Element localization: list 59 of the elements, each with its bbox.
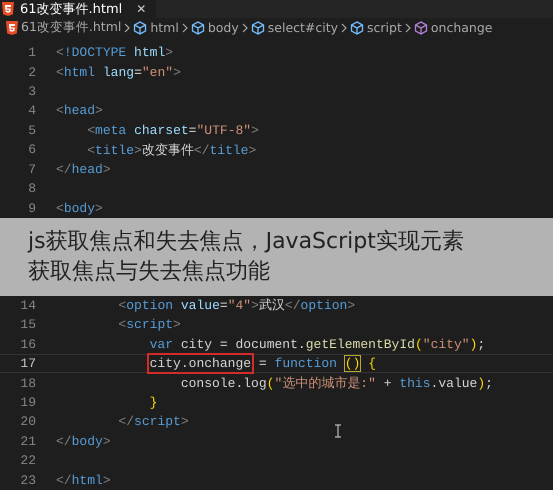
line-number: 22 bbox=[19, 453, 36, 468]
breadcrumb-item[interactable]: select#city bbox=[250, 20, 338, 36]
line-number: 14 bbox=[19, 298, 36, 313]
code-line: </html> bbox=[56, 472, 111, 488]
code-line: </script> bbox=[117, 414, 189, 430]
line-number: 9 bbox=[27, 200, 36, 216]
breadcrumb-item[interactable]: onchange bbox=[414, 20, 492, 36]
line-number: 20 bbox=[19, 414, 36, 430]
code-line: <script> bbox=[117, 317, 181, 332]
code-line: console.log("选中的城市是:" + this.value); bbox=[180, 375, 493, 392]
line-number: 19 bbox=[19, 395, 36, 410]
line-number: 4 bbox=[27, 103, 36, 118]
code-line: <head> bbox=[56, 103, 103, 118]
breadcrumb-item[interactable]: script bbox=[350, 20, 402, 36]
line-number: 1 bbox=[27, 45, 36, 60]
html-file-icon bbox=[2, 2, 14, 16]
chevron-icon bbox=[182, 22, 188, 33]
line-number: 17 bbox=[19, 356, 36, 372]
chevron-icon bbox=[341, 22, 348, 33]
cube-icon bbox=[414, 20, 428, 35]
line-number: 2 bbox=[27, 64, 36, 80]
tab-title: 61改变事件.html bbox=[20, 1, 122, 18]
line-number: 21 bbox=[19, 434, 36, 449]
code-line: <option value="4">武汉</option> bbox=[117, 297, 356, 314]
line-number: 3 bbox=[27, 84, 36, 99]
breadcrumb-item[interactable]: 61改变事件.html bbox=[6, 19, 122, 36]
line-number: 7 bbox=[27, 162, 36, 177]
code-line: </head> bbox=[56, 162, 111, 177]
text-cursor-icon bbox=[334, 424, 342, 438]
cube-icon bbox=[350, 20, 364, 35]
code-line: <meta charset="UTF-8"> bbox=[86, 122, 259, 138]
line-number: 15 bbox=[19, 317, 36, 332]
line-number: 5 bbox=[27, 122, 36, 138]
code-line: </body> bbox=[56, 434, 111, 449]
caption-text: 获取焦点与失去焦点功能 bbox=[28, 258, 271, 286]
close-icon[interactable]: ✕ bbox=[136, 2, 146, 16]
cube-icon bbox=[133, 20, 148, 35]
caption-text: js获取焦点和失去焦点，JavaScript实现元素 bbox=[28, 228, 465, 256]
code-line: <!DOCTYPE html> bbox=[56, 45, 174, 60]
code-line: <body> bbox=[56, 200, 103, 216]
chevron-icon bbox=[124, 22, 130, 33]
chevron-icon bbox=[242, 22, 248, 33]
code-line: var city = document.getElementById("city"); bbox=[148, 336, 486, 352]
html-file-icon bbox=[6, 20, 18, 35]
breadcrumb-item[interactable]: html bbox=[133, 20, 179, 36]
code-line: } bbox=[148, 395, 158, 410]
line-number: 8 bbox=[27, 181, 36, 196]
line-number: 16 bbox=[19, 336, 36, 352]
breadcrumb-item[interactable]: body bbox=[190, 20, 239, 36]
editor-tab[interactable]: 61改变事件.html ✕ bbox=[0, 0, 156, 18]
code-line: <html lang="en"> bbox=[56, 64, 181, 80]
line-number: 6 bbox=[27, 142, 36, 158]
code-line: city.onchange = function () { bbox=[56, 356, 376, 372]
line-number: 18 bbox=[19, 376, 36, 391]
cube-icon bbox=[190, 20, 205, 35]
cube-icon bbox=[250, 20, 265, 35]
line-number: 23 bbox=[19, 472, 36, 488]
code-line: <title>改变事件</title> bbox=[86, 142, 256, 159]
chevron-icon bbox=[404, 22, 411, 33]
